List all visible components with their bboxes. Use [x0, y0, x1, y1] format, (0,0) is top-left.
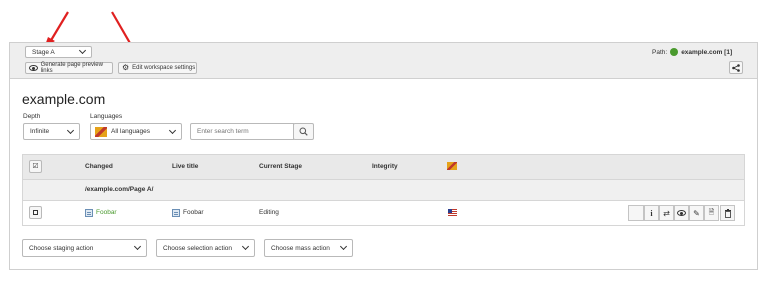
selection-action-label: Choose selection action: [163, 244, 233, 252]
page-icon: [172, 209, 180, 217]
edit-workspace-settings-button[interactable]: ⚙ Edit workspace settings: [118, 62, 197, 74]
share-button[interactable]: [729, 61, 743, 74]
search-icon: [299, 127, 308, 136]
row-select-checkbox[interactable]: [29, 206, 42, 219]
page-title: example.com: [22, 91, 106, 107]
share-icon: [732, 63, 740, 72]
path-value: example.com [1]: [681, 48, 733, 56]
stage-select-value: Stage A: [32, 48, 55, 56]
path-indicator: Path: example.com [1]: [652, 48, 732, 56]
row-changed-title[interactable]: Foobar: [96, 209, 117, 216]
chevron-down-icon: [133, 242, 142, 251]
select-all-toggle[interactable]: ☑: [29, 160, 42, 173]
column-header-integrity: Integrity: [372, 163, 398, 170]
globe-icon: [670, 48, 679, 56]
path-label: Path:: [652, 48, 668, 56]
trash-icon: [724, 208, 731, 218]
row-live-title: Foobar: [183, 209, 204, 216]
depth-select[interactable]: Infinite: [23, 123, 80, 140]
generate-preview-links-button[interactable]: Generate page preview links: [25, 62, 113, 74]
depth-label: Depth: [23, 113, 41, 120]
swap-icon: ⇄: [663, 208, 670, 218]
chevron-down-icon: [241, 242, 250, 251]
pencil-icon: ✎: [693, 208, 700, 218]
chevron-down-icon: [66, 126, 75, 134]
column-header-current-stage: Current Stage: [259, 163, 302, 170]
preview-icon: [29, 65, 38, 71]
column-header-changed: Changed: [85, 163, 113, 170]
open-page-button[interactable]: 🗎: [704, 205, 719, 221]
mass-action-select[interactable]: Choose mass action: [264, 239, 353, 257]
info-button[interactable]: i: [644, 205, 659, 221]
selection-action-select[interactable]: Choose selection action: [156, 239, 255, 257]
page-icon: [85, 209, 93, 217]
swap-button[interactable]: ⇄: [659, 205, 674, 221]
delete-button[interactable]: [720, 205, 735, 221]
language-flag-icon: [447, 162, 457, 170]
mass-action-label: Choose mass action: [271, 244, 330, 252]
stage-select[interactable]: Stage A: [25, 46, 92, 58]
language-flag-icon: [95, 126, 107, 137]
languages-select[interactable]: All languages: [90, 123, 182, 140]
group-path-label: /example.com/Page A/: [85, 186, 154, 193]
edit-workspace-settings-label: Edit workspace settings: [132, 65, 196, 71]
row-current-stage: Editing: [259, 209, 279, 216]
chevron-down-icon: [78, 46, 87, 55]
languages-label: Languages: [90, 113, 123, 120]
checklist-icon: ☑: [32, 163, 39, 170]
search-input[interactable]: [190, 123, 294, 140]
staging-action-select[interactable]: Choose staging action: [22, 239, 147, 257]
gear-icon: ⚙: [122, 63, 130, 72]
eye-icon: [677, 210, 686, 216]
search-button[interactable]: [293, 123, 314, 140]
generate-preview-links-label: Generate page preview links: [40, 62, 103, 74]
languages-select-value: All languages: [111, 128, 151, 135]
column-header-live-title: Live title: [172, 163, 199, 170]
us-flag-icon: [448, 209, 457, 216]
row-actions-spacer: [628, 205, 644, 221]
chevron-down-icon: [168, 126, 177, 134]
page-edit-icon: 🗎: [708, 208, 715, 216]
info-icon: i: [650, 208, 653, 218]
preview-button[interactable]: [674, 205, 689, 221]
chevron-down-icon: [339, 242, 348, 251]
edit-button[interactable]: ✎: [689, 205, 704, 221]
depth-select-value: Infinite: [30, 128, 50, 135]
staging-action-label: Choose staging action: [29, 244, 94, 252]
